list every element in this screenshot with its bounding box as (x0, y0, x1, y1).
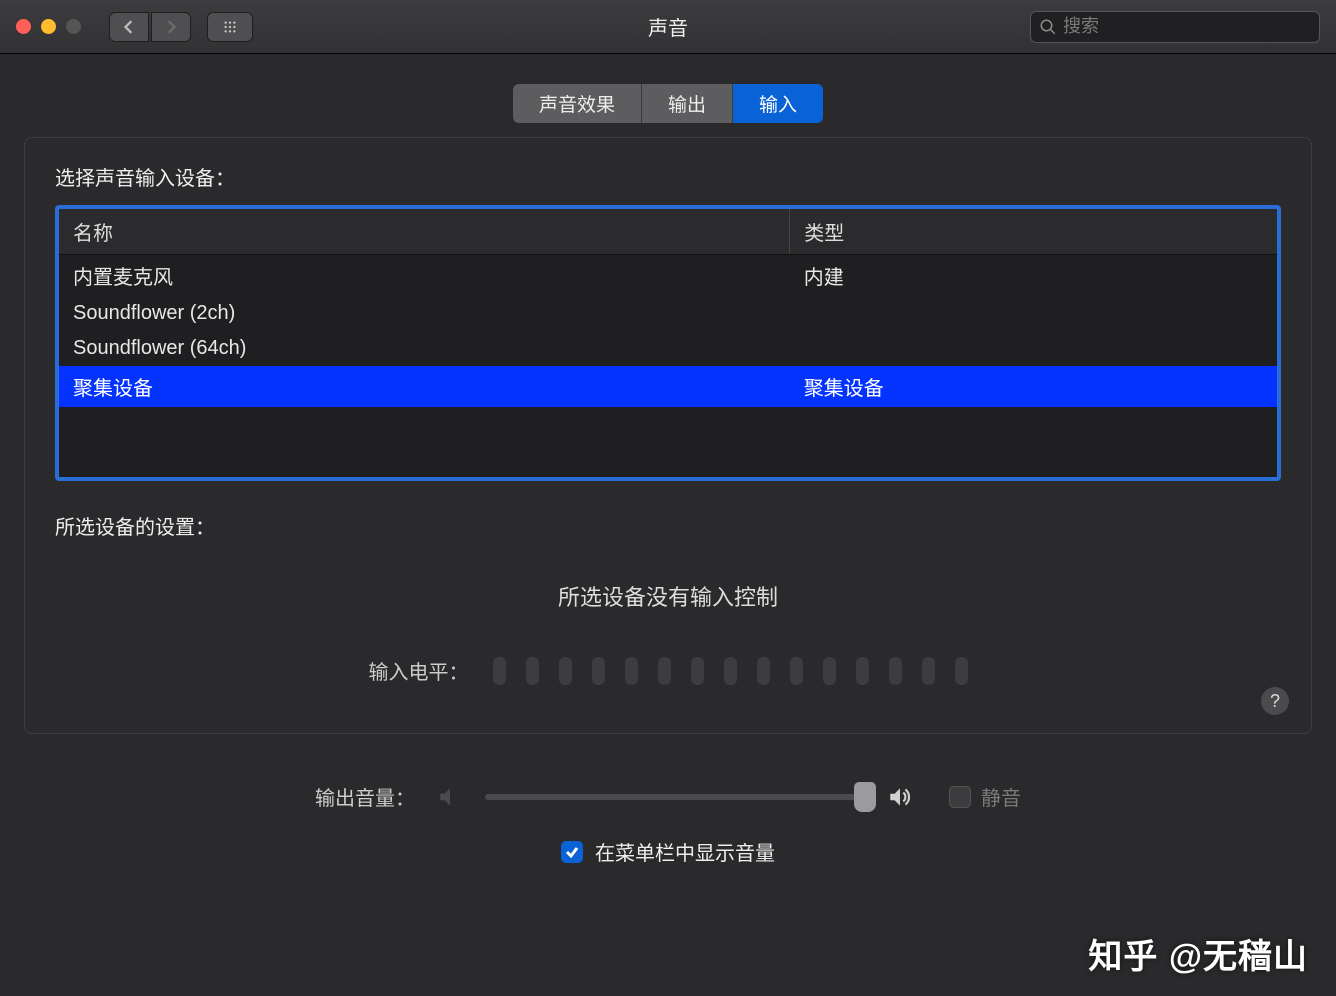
device-type (790, 296, 1277, 331)
slider-thumb[interactable] (854, 782, 876, 812)
forward-button[interactable] (151, 12, 191, 42)
titlebar: 声音 (0, 0, 1336, 54)
device-table: 名称 类型 内置麦克风内建Soundflower (2ch)Soundflowe… (55, 205, 1281, 481)
device-type (790, 331, 1277, 366)
device-row[interactable]: 聚集设备聚集设备 (59, 366, 1277, 407)
level-pip (691, 657, 704, 685)
output-volume-label: 输出音量： (315, 782, 415, 811)
level-pip (757, 657, 770, 685)
maximize-window-button[interactable] (66, 19, 81, 34)
speaker-max-icon (887, 784, 913, 810)
nav-buttons (109, 12, 253, 42)
tab-bar: 声音效果 输出 输入 (24, 84, 1312, 123)
search-field[interactable] (1030, 11, 1320, 43)
search-input[interactable] (1063, 16, 1311, 37)
device-type: 聚集设备 (790, 366, 1277, 407)
input-level-row: 输入电平： (55, 656, 1281, 685)
select-device-label: 选择声音输入设备： (55, 162, 1281, 191)
level-pip (592, 657, 605, 685)
level-pip (658, 657, 671, 685)
device-row[interactable]: Soundflower (2ch) (59, 296, 1277, 331)
mute-checkbox-group: 静音 (949, 782, 1021, 811)
level-pip (493, 657, 506, 685)
level-pip (625, 657, 638, 685)
level-pip (559, 657, 572, 685)
show-all-button[interactable] (207, 12, 253, 42)
close-window-button[interactable] (16, 19, 31, 34)
input-level-label: 输入电平： (369, 656, 469, 685)
grid-icon (223, 20, 237, 34)
device-name: Soundflower (64ch) (59, 331, 790, 366)
device-name: Soundflower (2ch) (59, 296, 790, 331)
device-name: 聚集设备 (59, 366, 790, 407)
input-panel: 选择声音输入设备： 名称 类型 内置麦克风内建Soundflower (2ch)… (24, 137, 1312, 734)
level-pip (790, 657, 803, 685)
level-pip (856, 657, 869, 685)
mute-checkbox[interactable] (949, 786, 971, 808)
device-row[interactable]: Soundflower (64ch) (59, 331, 1277, 366)
mute-label: 静音 (981, 782, 1021, 811)
device-name: 内置麦克风 (59, 255, 790, 297)
device-settings-label: 所选设备的设置： (55, 511, 1281, 540)
footer: 输出音量： 静音 在菜单栏中显示音量 (0, 754, 1336, 886)
column-name[interactable]: 名称 (59, 209, 790, 255)
minimize-window-button[interactable] (41, 19, 56, 34)
speaker-min-icon (437, 784, 463, 810)
level-pip (823, 657, 836, 685)
back-button[interactable] (109, 12, 149, 42)
menubar-volume-checkbox[interactable] (561, 841, 583, 863)
tab-input[interactable]: 输入 (733, 84, 823, 123)
level-pip (526, 657, 539, 685)
level-pip (724, 657, 737, 685)
level-pip (922, 657, 935, 685)
tab-sound-effects[interactable]: 声音效果 (513, 84, 642, 123)
device-row[interactable]: 内置麦克风内建 (59, 255, 1277, 297)
input-level-meter (493, 657, 968, 685)
window-controls (16, 19, 81, 34)
search-icon (1039, 18, 1057, 36)
level-pip (955, 657, 968, 685)
level-pip (889, 657, 902, 685)
watermark: 知乎 @无穑山 (1088, 929, 1308, 978)
checkmark-icon (565, 845, 579, 859)
menubar-volume-label: 在菜单栏中显示音量 (595, 837, 775, 866)
device-type: 内建 (790, 255, 1277, 297)
output-volume-slider[interactable] (485, 794, 865, 800)
tab-output[interactable]: 输出 (642, 84, 733, 123)
help-button[interactable]: ? (1261, 687, 1289, 715)
column-type[interactable]: 类型 (790, 209, 1277, 255)
no-input-controls-message: 所选设备没有输入控制 (55, 580, 1281, 612)
